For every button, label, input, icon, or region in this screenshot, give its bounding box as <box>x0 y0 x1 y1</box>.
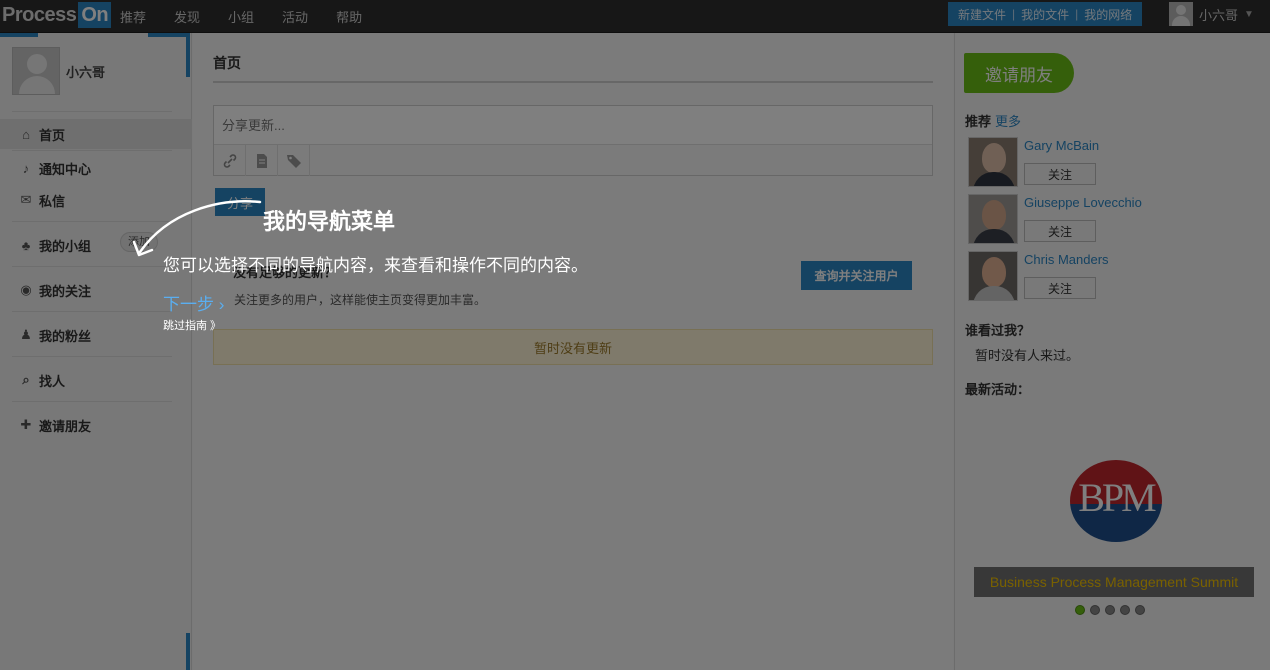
guide-next-button[interactable]: 下一步 › <box>163 290 224 315</box>
guide-title: 我的导航菜单 <box>263 209 396 234</box>
guide-description: 您可以选择不同的导航内容，来查看和操作不同的内容。 <box>163 256 588 275</box>
guide-overlay: 我的导航菜单 您可以选择不同的导航内容，来查看和操作不同的内容。 下一步 › 跳… <box>0 0 1270 670</box>
guide-skip-link[interactable]: 跳过指南 》 <box>163 317 221 333</box>
